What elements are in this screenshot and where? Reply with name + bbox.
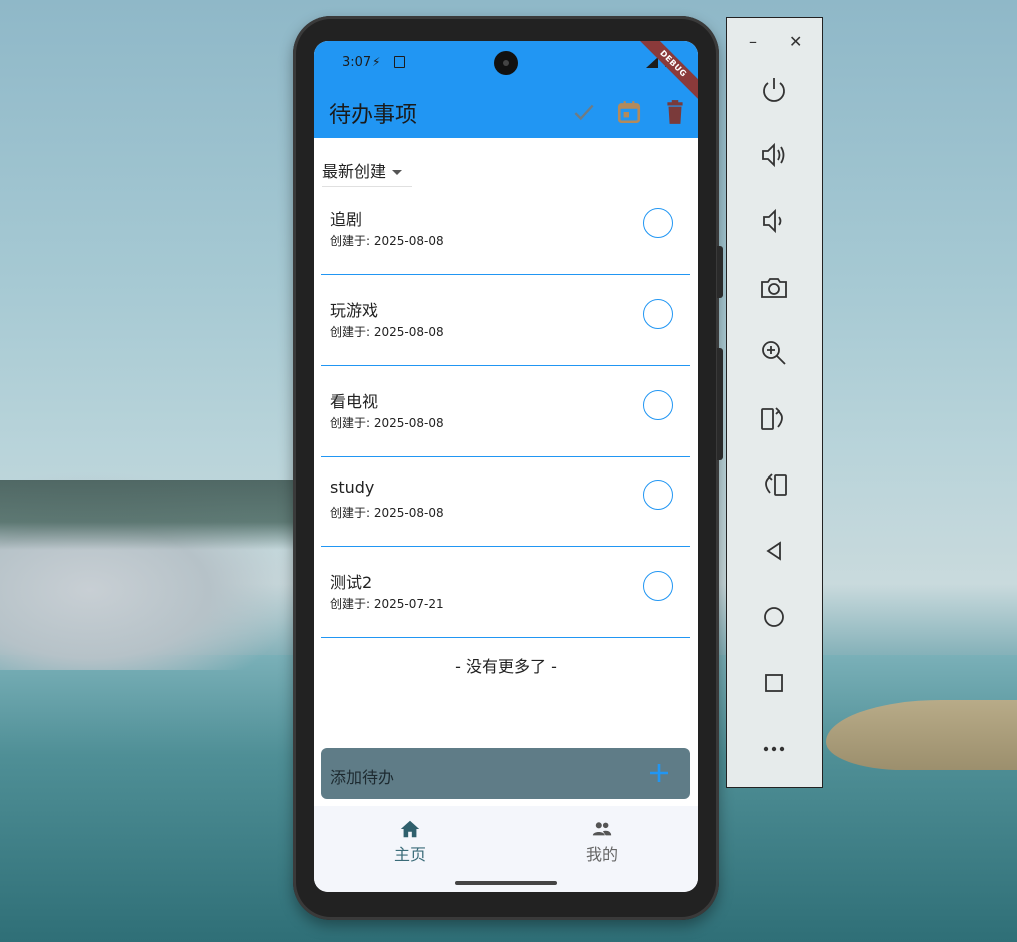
home-icon[interactable] (755, 598, 793, 636)
close-icon[interactable]: ✕ (789, 32, 802, 51)
todo-item[interactable]: 玩游戏 创建于: 2025-08-08 (321, 275, 690, 366)
calendar-icon[interactable] (616, 99, 642, 125)
flutter-icon: ⚡ (372, 55, 381, 69)
nav-label-home: 主页 (393, 845, 426, 864)
list-end-text: - 没有更多了 - (455, 657, 557, 676)
minimize-icon[interactable]: – (749, 32, 757, 51)
rotate-left-icon[interactable] (755, 466, 793, 504)
check-icon[interactable] (571, 99, 597, 125)
add-todo-label: 添加待办 (330, 768, 395, 787)
sort-selected-label: 最新创建 (322, 162, 387, 181)
gesture-home-bar[interactable] (455, 881, 557, 885)
todo-complete-checkbox[interactable] (643, 390, 673, 420)
phone-screen: 3:07 ⚡ DEBUG 待办事项 最新创建 追剧 创建于: 2025-08-0… (314, 41, 698, 892)
nav-label-mine: 我的 (585, 845, 618, 864)
todo-title: 看电视 (330, 392, 379, 411)
sort-dropdown[interactable]: 最新创建 (322, 158, 412, 187)
volume-up-icon[interactable] (755, 136, 793, 174)
todo-created-date: 创建于: 2025-08-08 (330, 506, 444, 520)
nav-item-mine[interactable]: 我的 (552, 818, 652, 865)
status-time: 3:07 (342, 55, 372, 70)
background-trees (0, 480, 300, 550)
todo-title: 玩游戏 (330, 301, 379, 320)
add-todo-bar[interactable]: 添加待办 (321, 748, 690, 799)
emulator-control-panel: – ✕ (726, 17, 823, 788)
todo-title: 追剧 (330, 210, 363, 229)
todo-created-date: 创建于: 2025-08-08 (330, 234, 444, 248)
phone-power-key[interactable] (717, 246, 723, 298)
volume-down-icon[interactable] (755, 202, 793, 240)
sim-icon (394, 56, 405, 68)
bottom-navigation: 主页 我的 (314, 806, 698, 892)
more-icon[interactable] (755, 730, 793, 768)
trash-icon[interactable] (662, 99, 688, 125)
todo-created-date: 创建于: 2025-07-21 (330, 597, 444, 611)
page-title: 待办事项 (329, 103, 418, 128)
todo-complete-checkbox[interactable] (643, 299, 673, 329)
zoom-icon[interactable] (755, 334, 793, 372)
todo-created-date: 创建于: 2025-08-08 (330, 325, 444, 339)
debug-banner: DEBUG (629, 41, 698, 108)
todo-item[interactable]: study 创建于: 2025-08-08 (321, 456, 690, 547)
people-icon (592, 822, 612, 836)
power-icon[interactable] (755, 71, 793, 109)
nav-item-home[interactable]: 主页 (360, 818, 460, 865)
todo-title: study (330, 478, 375, 497)
todo-complete-checkbox[interactable] (643, 208, 673, 238)
todo-item[interactable]: 追剧 创建于: 2025-08-08 (321, 184, 690, 275)
todo-title: 测试2 (330, 573, 373, 592)
phone-volume-key[interactable] (717, 348, 723, 460)
rotate-right-icon[interactable] (755, 400, 793, 438)
todo-complete-checkbox[interactable] (643, 571, 673, 601)
todo-complete-checkbox[interactable] (643, 480, 673, 510)
signal-icon (646, 57, 658, 68)
plus-icon[interactable] (647, 761, 671, 785)
front-camera (494, 51, 518, 75)
home-icon (400, 820, 420, 838)
todo-item[interactable]: 测试2 创建于: 2025-07-21 (321, 547, 690, 638)
back-icon[interactable] (755, 532, 793, 570)
app-bar: 3:07 ⚡ DEBUG 待办事项 (314, 41, 698, 138)
camera-icon[interactable] (755, 269, 793, 307)
todo-item[interactable]: 看电视 创建于: 2025-08-08 (321, 366, 690, 457)
todo-created-date: 创建于: 2025-08-08 (330, 416, 444, 430)
overview-icon[interactable] (755, 664, 793, 702)
dropdown-caret-icon (392, 170, 403, 175)
